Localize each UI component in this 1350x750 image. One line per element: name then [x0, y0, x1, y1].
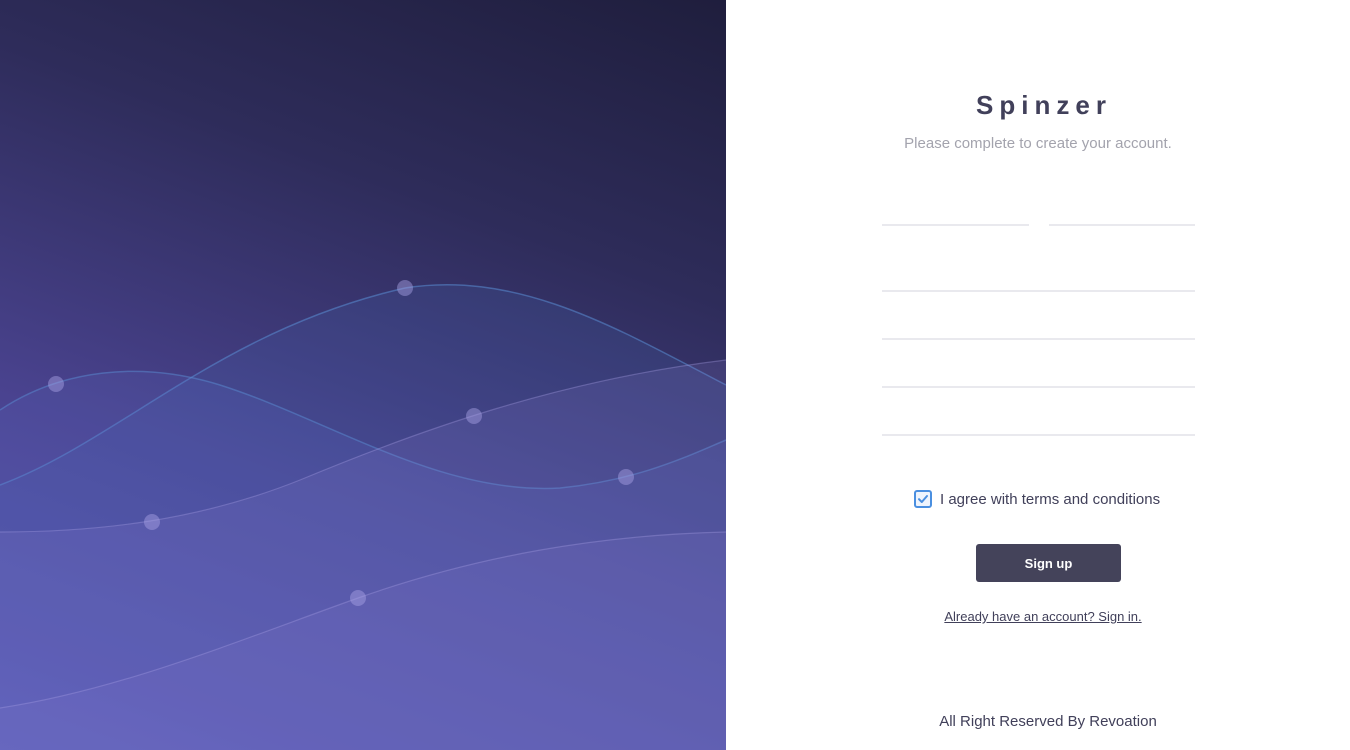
hero-wave-illustration	[0, 280, 726, 750]
form-subtitle: Please complete to create your account.	[904, 135, 1172, 152]
wave-dot	[618, 469, 634, 485]
footer-copyright: All Right Reserved By Revoation	[939, 713, 1157, 730]
brand-logo-text: Spinzer	[976, 90, 1112, 120]
wave-dot	[397, 280, 413, 296]
check-icon	[918, 495, 928, 503]
wave-dot	[144, 514, 160, 530]
terms-checkbox[interactable]	[914, 490, 932, 508]
signup-page: Spinzer Please complete to create your a…	[0, 0, 1350, 750]
hero-panel	[0, 0, 726, 750]
wave-dot	[48, 376, 64, 392]
first-name-input[interactable]	[882, 196, 1029, 226]
form-field-3[interactable]	[882, 358, 1195, 388]
form-field-4[interactable]	[882, 406, 1195, 436]
wave-dot	[466, 408, 482, 424]
form-field-2[interactable]	[882, 310, 1195, 340]
terms-label: I agree with terms and conditions	[940, 490, 1161, 508]
signup-form-panel: Spinzer Please complete to create your a…	[726, 0, 1350, 750]
terms-agree-row[interactable]: I agree with terms and conditions	[914, 490, 1160, 508]
last-name-input[interactable]	[1049, 196, 1195, 226]
sign-up-button[interactable]: Sign up	[976, 544, 1121, 582]
form-field-1[interactable]	[882, 262, 1195, 292]
signin-link-row: Already have an account? Sign in.	[726, 608, 1350, 626]
sign-in-link[interactable]: Already have an account? Sign in.	[944, 609, 1141, 624]
wave-dot	[350, 590, 366, 606]
